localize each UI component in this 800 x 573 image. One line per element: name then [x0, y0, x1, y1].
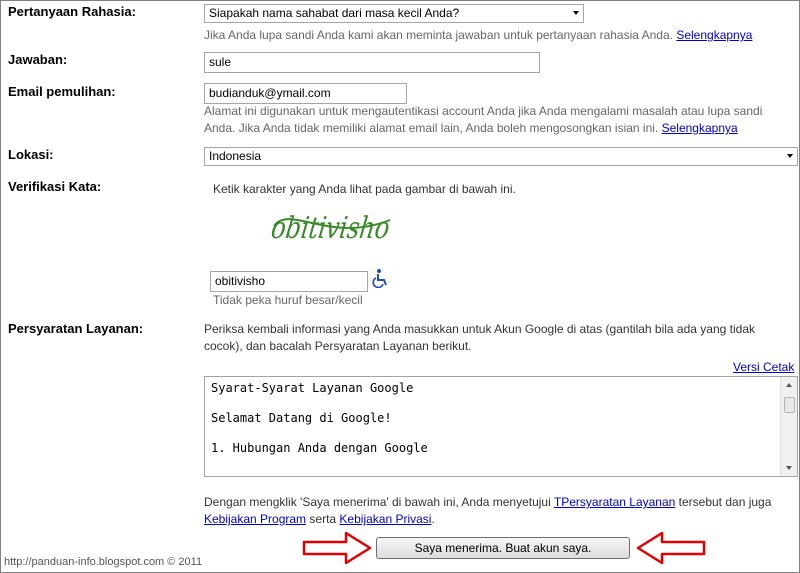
footer-watermark: http://panduan-info.blogspot.com © 2011 — [4, 556, 203, 568]
recovery-email-label: Email pemulihan: — [8, 84, 116, 99]
terms-textbox[interactable]: Syarat-Syarat Layanan Google Selamat Dat… — [204, 376, 798, 477]
security-question-select[interactable]: Siapakah nama sahabat dari masa kecil An… — [204, 4, 584, 23]
scroll-thumb[interactable] — [784, 397, 795, 413]
program-policy-link[interactable]: Kebijakan Program — [204, 512, 306, 526]
accept-create-account-button[interactable]: Saya menerima. Buat akun saya. — [376, 537, 630, 559]
security-question-selected: Siapakah nama sahabat dari masa kecil An… — [209, 6, 460, 20]
print-version-link[interactable]: Versi Cetak — [733, 360, 794, 374]
chevron-down-icon — [573, 11, 579, 15]
recovery-email-hint: Alamat ini digunakan untuk mengautentika… — [204, 104, 763, 135]
scroll-up-icon[interactable] — [786, 383, 792, 387]
captcha-input[interactable]: obitivisho — [210, 271, 368, 292]
wheelchair-icon[interactable] — [371, 268, 389, 288]
word-verification-label: Verifikasi Kata: — [8, 179, 102, 194]
location-label: Lokasi: — [8, 147, 54, 162]
terms-of-service-link[interactable]: TPersyaratan Layanan — [554, 495, 675, 509]
captcha-case-hint: Tidak peka huruf besar/kecil — [213, 293, 363, 307]
terms-agreement: Dengan mengklik 'Saya menerima' di bawah… — [204, 495, 772, 526]
arrow-right-icon — [302, 531, 372, 565]
terms-scrollbar[interactable] — [780, 377, 797, 476]
recovery-email-input[interactable]: budianduk@ymail.com — [204, 83, 407, 104]
answer-input[interactable]: sule — [204, 52, 540, 73]
answer-label: Jawaban: — [8, 52, 68, 67]
terms-line: Syarat-Syarat Layanan Google — [211, 381, 414, 395]
privacy-policy-link[interactable]: Kebijakan Privasi — [339, 512, 431, 526]
terms-line: Selamat Datang di Google! — [211, 411, 392, 425]
security-question-label: Pertanyaan Rahasia: — [8, 4, 136, 19]
location-selected: Indonesia — [209, 149, 262, 163]
security-question-more-link[interactable]: Selengkapnya — [676, 28, 752, 42]
arrow-left-icon — [636, 531, 706, 565]
terms-label: Persyaratan Layanan: — [8, 321, 144, 336]
location-select[interactable]: Indonesia — [204, 147, 798, 166]
captcha-image: obitivisho — [270, 211, 392, 246]
security-question-hint: Jika Anda lupa sandi Anda kami akan memi… — [204, 28, 753, 42]
scroll-down-icon[interactable] — [786, 466, 792, 470]
terms-line: 1. Hubungan Anda dengan Google — [211, 441, 428, 455]
chevron-down-icon — [787, 154, 793, 158]
captcha-image-text: obitivisho — [270, 211, 392, 246]
terms-intro: Periksa kembali informasi yang Anda masu… — [204, 322, 755, 353]
recovery-email-more-link[interactable]: Selengkapnya — [662, 121, 738, 135]
